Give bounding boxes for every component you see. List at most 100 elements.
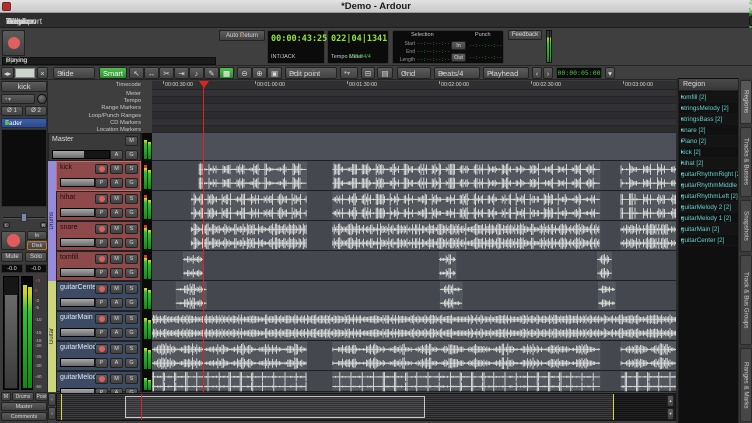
side-tab-track-bus-groups[interactable]: Track & Bus Groups <box>740 255 752 345</box>
group-button[interactable]: G <box>125 208 138 218</box>
playlist-button[interactable]: P <box>95 328 108 338</box>
phase-1-button[interactable]: Ø 1 <box>1 106 23 116</box>
zoom-out[interactable]: ⊖ <box>237 67 252 79</box>
peak-display[interactable]: -0.0 <box>25 264 47 273</box>
editor-summary[interactable]: ▴ ▾ <box>56 393 676 421</box>
track-rec-button[interactable] <box>95 344 108 354</box>
group-band-guitar[interactable]: Guitar <box>48 281 56 392</box>
group-button[interactable]: G <box>125 298 138 308</box>
region-list-item[interactable]: ▸guitarMelody 1 [2] <box>679 213 739 224</box>
trim-knob[interactable] <box>37 94 47 104</box>
prev-marker-button[interactable]: ‹ <box>532 67 542 79</box>
track-solo-button[interactable]: S <box>125 374 138 384</box>
group-button[interactable]: G <box>125 328 138 338</box>
track-mute-button[interactable]: M <box>110 284 123 294</box>
region-list-item[interactable]: ▸stringsMelody [2] <box>679 103 739 114</box>
region-list-item[interactable]: ▸guitarMain [2] <box>679 224 739 235</box>
playhead-marker-icon[interactable] <box>199 81 209 88</box>
track-header-guitarmain[interactable]: guitarMainMSPAG <box>56 311 141 341</box>
playlist-button[interactable]: P <box>95 208 108 218</box>
automation-button[interactable]: A <box>110 238 123 248</box>
output-button[interactable]: Master <box>1 402 47 411</box>
grid-unit-combo[interactable]: Beats/4▾ <box>434 67 480 79</box>
auto-return-button[interactable]: Auto Return <box>219 30 265 41</box>
nav-clock[interactable]: 00:00:05:00 <box>556 67 602 79</box>
sync-source[interactable]: INT/JACK <box>271 54 295 60</box>
group-button[interactable]: G <box>125 268 138 278</box>
monitor-input-button[interactable]: In <box>27 231 47 240</box>
track-mute-button[interactable]: M <box>110 254 123 264</box>
track-header-guitarmelody-2[interactable]: guitarMelody 2MSPAG <box>56 371 141 392</box>
side-tab-regions[interactable]: Regions <box>740 80 752 124</box>
location-markers-ruler[interactable] <box>152 126 676 133</box>
tempo-ruler[interactable] <box>152 97 676 104</box>
track-solo-button[interactable]: S <box>125 314 138 324</box>
region-list-item[interactable]: ▸guitarMelody 2 [2] <box>679 202 739 213</box>
track-lane-snare[interactable] <box>152 221 676 251</box>
automation-button[interactable]: A <box>110 328 123 338</box>
edit-mode-combo[interactable]: Slide▾ <box>53 67 95 79</box>
track-mute-button[interactable]: M <box>110 194 123 204</box>
track-lane-tomfill[interactable] <box>152 251 676 281</box>
playlist-button[interactable]: P <box>95 268 108 278</box>
record-button[interactable] <box>2 30 25 56</box>
track-rec-button[interactable] <box>95 284 108 294</box>
track-lane-guitarmelody-1[interactable] <box>152 341 676 371</box>
master-mute-button[interactable]: M <box>125 136 138 146</box>
cut-tool[interactable]: ✂ <box>159 67 174 79</box>
shuttle-control[interactable]: Playing ▷ Sprung <box>2 57 216 65</box>
track-lane-hihat[interactable] <box>152 191 676 221</box>
zoom-in[interactable]: ⊕ <box>252 67 267 79</box>
automation-button[interactable]: A <box>110 178 123 188</box>
track-solo-button[interactable]: S <box>125 194 138 204</box>
automation-button[interactable]: A <box>110 358 123 368</box>
automation-button[interactable]: A <box>110 208 123 218</box>
mixer-track-name[interactable]: kick <box>1 81 47 92</box>
trim-combo[interactable]: -▾ <box>1 94 35 104</box>
side-tab-snapshots[interactable]: Snapshots <box>740 200 752 252</box>
track-lane-kick[interactable] <box>152 161 676 191</box>
track-mute-button[interactable]: M <box>110 344 123 354</box>
track-mute-button[interactable]: M <box>110 224 123 234</box>
track-header-guitarcenter[interactable]: guitarCenterMSPAG <box>56 281 141 311</box>
pan-handle[interactable] <box>21 213 27 222</box>
track-lane-master[interactable] <box>152 133 676 161</box>
track-rec-button[interactable] <box>95 194 108 204</box>
layer-option-button[interactable]: ▤ <box>377 67 393 79</box>
track-rec-button[interactable] <box>95 374 108 384</box>
track-header-snare[interactable]: snareMSPAG <box>56 221 141 251</box>
comments-button[interactable]: Comments <box>1 412 47 421</box>
group-button[interactable]: G <box>125 150 138 160</box>
track-mute-button[interactable]: M <box>110 314 123 324</box>
track-solo-button[interactable]: S <box>125 344 138 354</box>
region-list-item[interactable]: ▸kick [2] <box>679 147 739 158</box>
summary-view-rectangle[interactable] <box>125 396 425 418</box>
strip-bottom-post-button[interactable]: Post <box>35 392 48 401</box>
playlist-button[interactable]: P <box>95 298 108 308</box>
draw-tool[interactable]: ✎ <box>204 67 219 79</box>
loop-punch-ranges-ruler[interactable] <box>152 112 676 119</box>
next-marker-button[interactable]: › <box>543 67 553 79</box>
editor-canvas[interactable]: 00:00:30:0000:01:00:0000:01:30:0000:02:0… <box>152 80 676 392</box>
group-button[interactable]: G <box>125 358 138 368</box>
primary-clock[interactable]: 00:00:43:25 INT/JACK <box>267 30 325 64</box>
track-solo-button[interactable]: S <box>125 284 138 294</box>
side-tab-ranges-marks[interactable]: Ranges & Marks <box>740 348 752 422</box>
punch-in-button[interactable]: In <box>451 41 466 50</box>
processor-box[interactable] <box>1 129 47 207</box>
track-mute-button[interactable]: M <box>110 164 123 174</box>
track-lane-guitarmelody-2[interactable] <box>152 371 676 392</box>
track-mute-button[interactable]: M <box>110 374 123 384</box>
track-header-tomfill[interactable]: tomfillMSPAG <box>56 251 141 281</box>
automation-button[interactable]: A <box>110 298 123 308</box>
toolbar-overflow-button[interactable]: ▾ <box>605 67 615 79</box>
nudge-clock-entry[interactable] <box>15 68 35 78</box>
region-list-item[interactable]: ▸guitarRhythmMiddle [2] <box>679 180 739 191</box>
region-list-item[interactable]: ▸Piano [2] <box>679 136 739 147</box>
internal-edit-tool[interactable]: ▦ <box>219 67 234 79</box>
punch-out-button[interactable]: Out <box>451 53 466 62</box>
range-tool[interactable]: ↔ <box>144 67 159 79</box>
side-tab-tracks-busses[interactable]: Tracks & Busses <box>740 127 752 197</box>
mute-button[interactable]: Mute <box>1 252 23 262</box>
playlist-button[interactable]: P <box>95 358 108 368</box>
